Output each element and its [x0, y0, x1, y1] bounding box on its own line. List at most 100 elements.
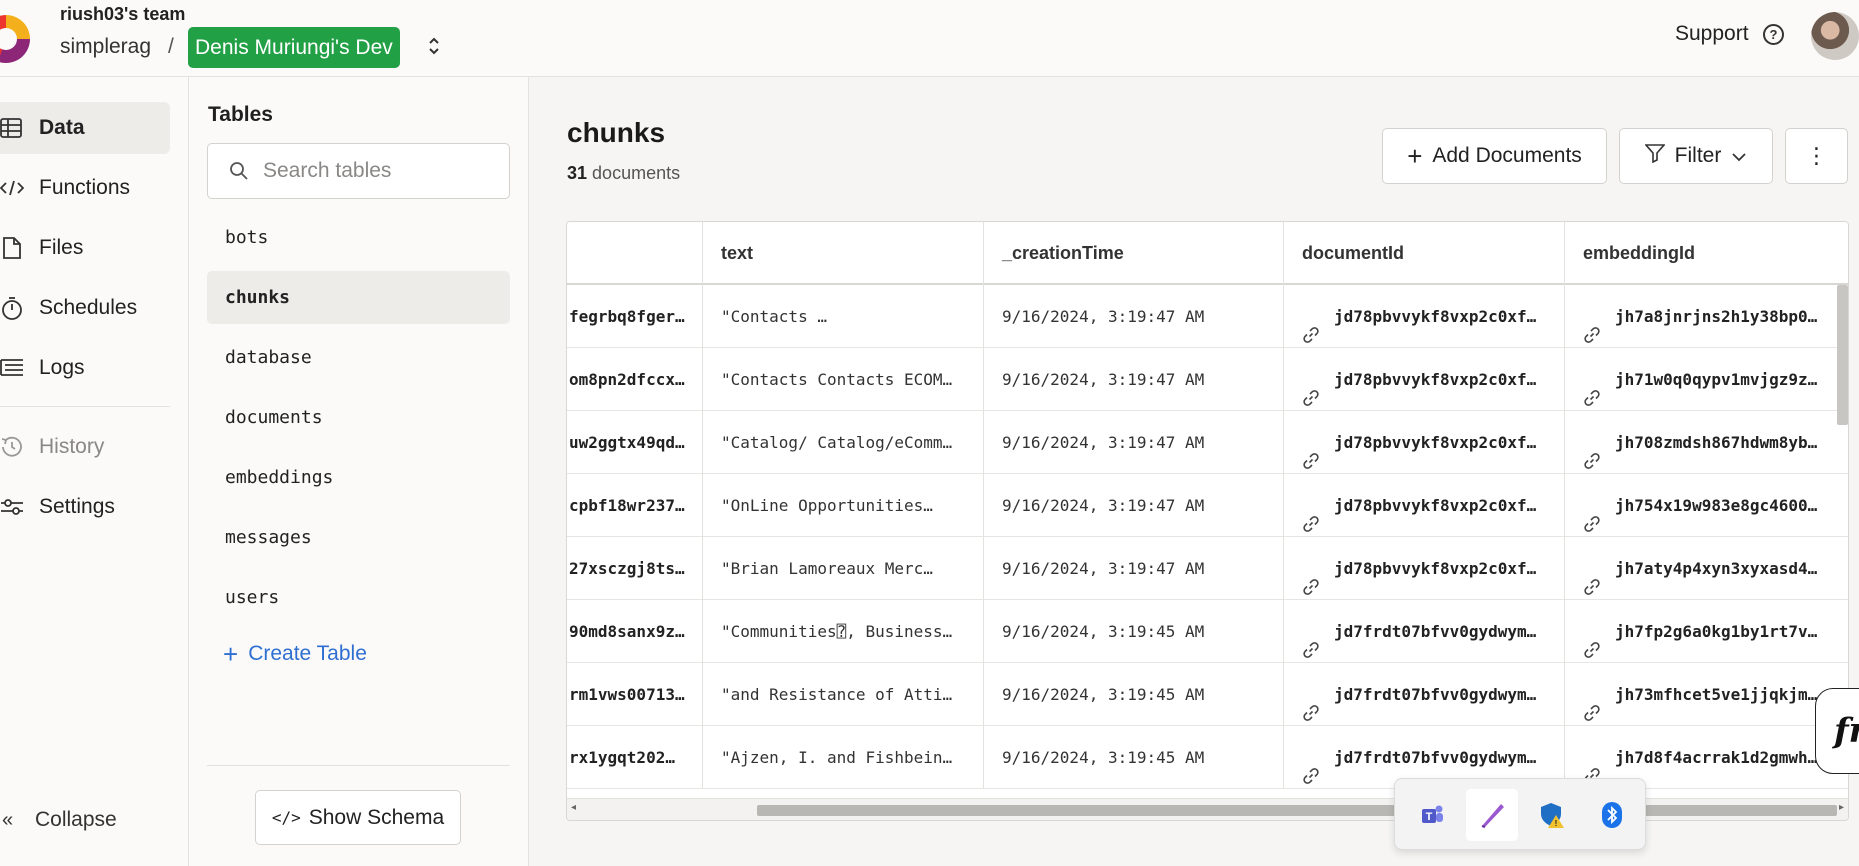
link-icon[interactable] [1302, 748, 1320, 784]
link-icon[interactable] [1583, 748, 1601, 784]
search-tables-field[interactable] [207, 143, 510, 199]
link-icon[interactable] [1583, 370, 1601, 406]
text-cell[interactable]: "Brian Lamoreaux Merc… [703, 537, 984, 600]
link-icon[interactable] [1583, 433, 1601, 469]
text-cell[interactable]: "Contacts Contacts ECOM… [703, 348, 984, 411]
creation-time-cell[interactable]: 9/16/2024, 3:19:47 AM [984, 348, 1284, 411]
sidebar-item-functions[interactable]: Functions [0, 162, 170, 214]
table-row[interactable]: 27xsczgj8ts… "Brian Lamoreaux Merc… 9/16/2… [567, 537, 1848, 600]
embedding-id-cell[interactable]: jh7a8jnrjns2h1y38bp0… [1565, 285, 1848, 348]
link-icon[interactable] [1302, 307, 1320, 343]
creation-time-cell[interactable]: 9/16/2024, 3:19:45 AM [984, 663, 1284, 726]
table-row[interactable]: om8pn2dfccx… "Contacts Contacts ECOM… 9/16… [567, 348, 1848, 411]
avatar[interactable] [1811, 12, 1859, 60]
document-id-cell[interactable]: jd78pbvvykf8vxp2c0xf… [1284, 537, 1565, 600]
table-row[interactable]: rx1ygqt202… "Ajzen, I. and Fishbein… 9/16/… [567, 726, 1848, 789]
table-item-bots[interactable]: bots [207, 211, 510, 264]
help-icon[interactable]: ? [1763, 24, 1784, 45]
chevron-up-down-icon[interactable] [424, 35, 444, 59]
id-cell[interactable]: cpbf18wr237… [567, 474, 703, 537]
link-icon[interactable] [1302, 685, 1320, 721]
id-cell[interactable]: fegrbq8fger… [567, 285, 703, 348]
sidebar-item-data[interactable]: Data [0, 102, 170, 154]
pen-icon[interactable] [1466, 789, 1518, 841]
link-icon[interactable] [1583, 496, 1601, 532]
link-icon[interactable] [1583, 307, 1601, 343]
add-documents-button[interactable]: + Add Documents [1382, 128, 1607, 184]
link-icon[interactable] [1302, 622, 1320, 658]
column-header-creationtime[interactable]: _creationTime [984, 222, 1284, 285]
text-cell[interactable]: "Ajzen, I. and Fishbein… [703, 726, 984, 789]
column-header-text[interactable]: text [703, 222, 984, 285]
scroll-left-icon[interactable]: ◂ [571, 802, 576, 813]
text-cell[interactable]: "OnLine Opportunities… [703, 474, 984, 537]
more-options-button[interactable]: ⋮ [1785, 128, 1848, 184]
text-cell[interactable]: "Catalog/ Catalog/eComm… [703, 411, 984, 474]
link-icon[interactable] [1583, 559, 1601, 595]
table-item-chunks[interactable]: chunks [207, 271, 510, 324]
table-item-messages[interactable]: messages [207, 511, 510, 564]
id-cell[interactable]: 90md8sanx9z… [567, 600, 703, 663]
creation-time-cell[interactable]: 9/16/2024, 3:19:45 AM [984, 726, 1284, 789]
horizontal-scrollbar[interactable]: ◂ ▸ [567, 798, 1848, 820]
document-id-cell[interactable]: jd7frdt07bfvv0gydwym… [1284, 663, 1565, 726]
team-name[interactable]: riush03's team [60, 4, 185, 25]
scroll-right-icon[interactable]: ▸ [1839, 802, 1844, 813]
sidebar-item-schedules[interactable]: Schedules [0, 282, 170, 334]
vertical-scrollbar[interactable] [1837, 285, 1848, 425]
id-cell[interactable]: uw2ggtx49qd… [567, 411, 703, 474]
project-name[interactable]: simplerag [60, 35, 151, 59]
id-cell[interactable]: 27xsczgj8ts… [567, 537, 703, 600]
table-row[interactable]: fegrbq8fger… "Contacts … 9/16/2024, 3:19:4… [567, 285, 1848, 348]
id-cell[interactable]: om8pn2dfccx… [567, 348, 703, 411]
search-input[interactable] [263, 156, 498, 186]
teams-icon[interactable]: T [1406, 789, 1458, 841]
embedding-id-cell[interactable]: jh754x19w983e8gc4600… [1565, 474, 1848, 537]
table-row[interactable]: 90md8sanx9z… "Communities⍰, Business… 9/16… [567, 600, 1848, 663]
column-header-documentid[interactable]: documentId [1284, 222, 1565, 285]
table-item-embeddings[interactable]: embeddings [207, 451, 510, 504]
creation-time-cell[interactable]: 9/16/2024, 3:19:47 AM [984, 411, 1284, 474]
id-cell[interactable]: rm1vws00713… [567, 663, 703, 726]
embedding-id-cell[interactable]: jh7fp2g6a0kg1by1rt7v… [1565, 600, 1848, 663]
creation-time-cell[interactable]: 9/16/2024, 3:19:47 AM [984, 285, 1284, 348]
table-row[interactable]: uw2ggtx49qd… "Catalog/ Catalog/eComm… 9/16… [567, 411, 1848, 474]
link-icon[interactable] [1302, 433, 1320, 469]
bluetooth-icon[interactable] [1586, 789, 1638, 841]
document-id-cell[interactable]: jd78pbvvykf8vxp2c0xf… [1284, 411, 1565, 474]
text-cell[interactable]: "Contacts … [703, 285, 984, 348]
link-icon[interactable] [1302, 559, 1320, 595]
embedding-id-cell[interactable]: jh71w0q0qypv1mvjgz9z… [1565, 348, 1848, 411]
scrollbar-thumb[interactable] [757, 805, 1837, 816]
column-header-id[interactable] [567, 222, 703, 285]
embedding-id-cell[interactable]: jh7aty4p4xyn3xyxasd4… [1565, 537, 1848, 600]
table-item-users[interactable]: users [207, 571, 510, 624]
table-item-documents[interactable]: documents [207, 391, 510, 444]
creation-time-cell[interactable]: 9/16/2024, 3:19:47 AM [984, 537, 1284, 600]
document-id-cell[interactable]: jd78pbvvykf8vxp2c0xf… [1284, 474, 1565, 537]
creation-time-cell[interactable]: 9/16/2024, 3:19:45 AM [984, 600, 1284, 663]
document-id-cell[interactable]: jd78pbvvykf8vxp2c0xf… [1284, 348, 1565, 411]
link-icon[interactable] [1583, 622, 1601, 658]
sidebar-item-history[interactable]: History [0, 421, 170, 473]
creation-time-cell[interactable]: 9/16/2024, 3:19:47 AM [984, 474, 1284, 537]
filter-button[interactable]: Filter [1619, 128, 1773, 184]
link-icon[interactable] [1302, 370, 1320, 406]
text-cell[interactable]: "and Resistance of Atti… [703, 663, 984, 726]
link-icon[interactable] [1302, 496, 1320, 532]
id-cell[interactable]: rx1ygqt202… [567, 726, 703, 789]
create-table-button[interactable]: + Create Table [223, 641, 367, 667]
embedding-id-cell[interactable]: jh708zmdsh867hdwm8yb… [1565, 411, 1848, 474]
sidebar-item-files[interactable]: Files [0, 222, 170, 274]
document-id-cell[interactable]: jd7frdt07bfvv0gydwym… [1284, 600, 1565, 663]
convex-logo-icon[interactable] [0, 15, 30, 63]
link-icon[interactable] [1583, 685, 1601, 721]
table-row[interactable]: cpbf18wr237… "OnLine Opportunities… 9/16/2… [567, 474, 1848, 537]
sidebar-item-logs[interactable]: Logs [0, 342, 170, 394]
text-cell[interactable]: "Communities⍰, Business… [703, 600, 984, 663]
function-runner-button[interactable]: fr [1815, 688, 1859, 774]
table-item-database[interactable]: database [207, 331, 510, 384]
embedding-id-cell[interactable]: jh73mfhcet5ve1jjqkjm… [1565, 663, 1848, 726]
table-row[interactable]: rm1vws00713… "and Resistance of Atti… 9/16… [567, 663, 1848, 726]
support-link[interactable]: Support [1675, 22, 1749, 46]
